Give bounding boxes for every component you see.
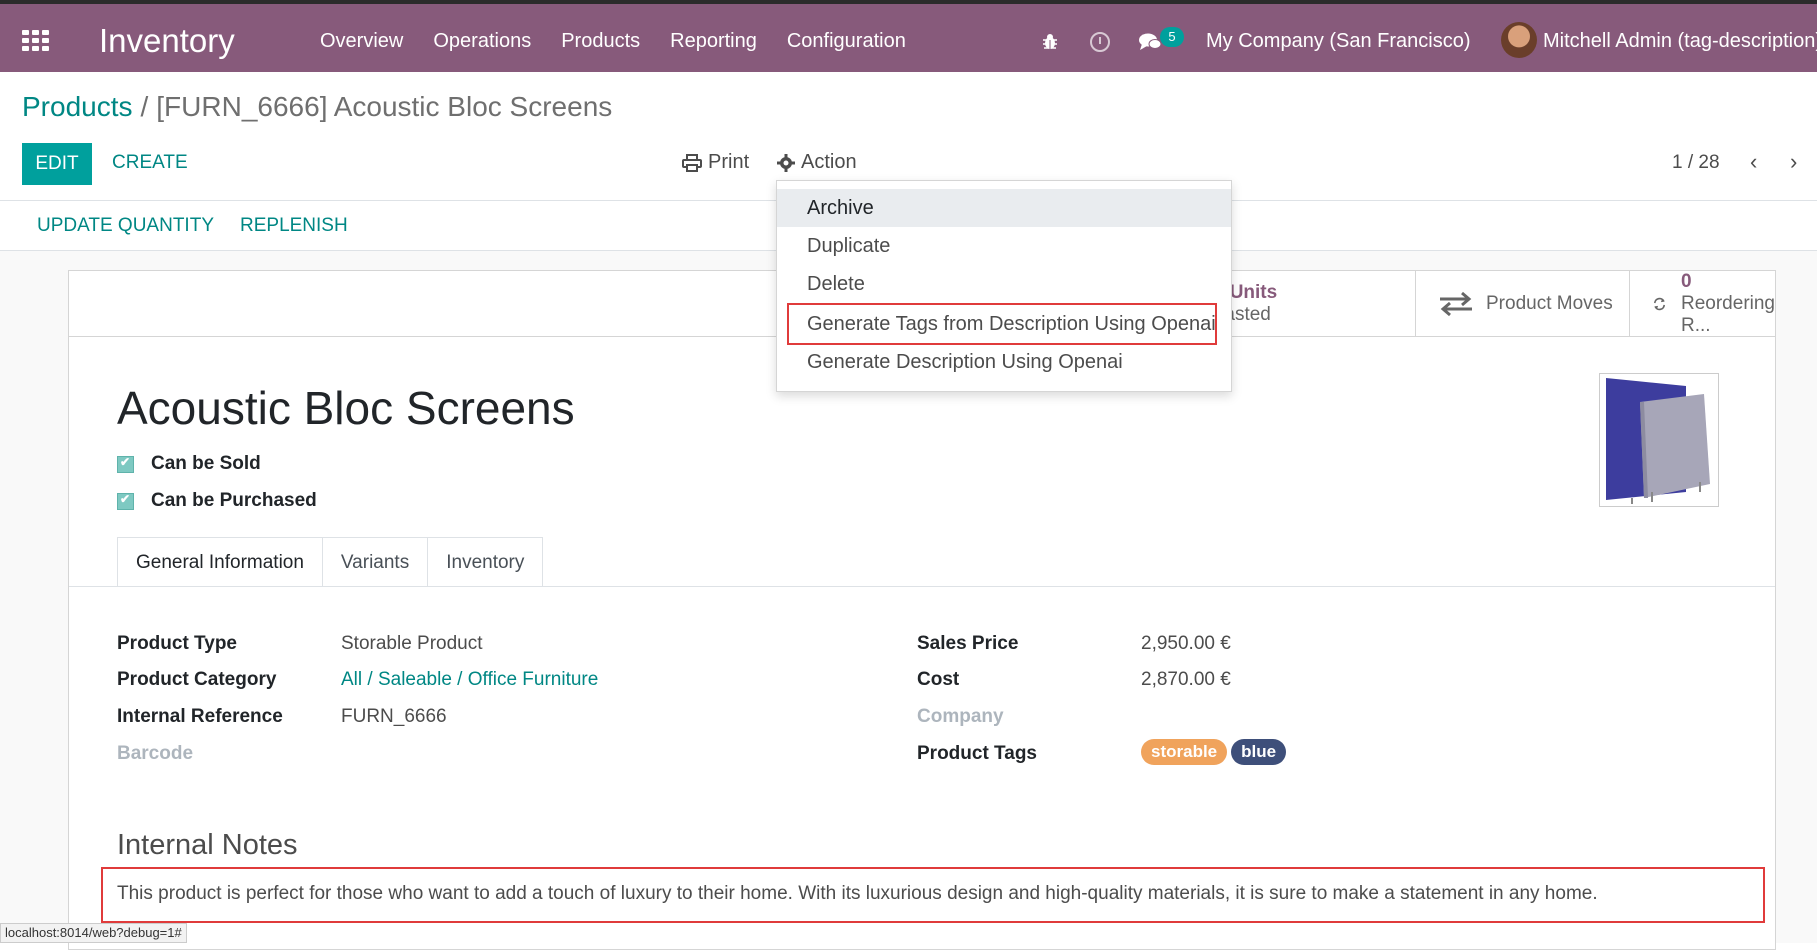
debug-bug-icon[interactable] [1040, 32, 1060, 57]
product-type-value: Storable Product [341, 633, 483, 654]
menu-products[interactable]: Products [561, 30, 640, 53]
breadcrumb: Products / [FURN_6666] Acoustic Bloc Scree… [22, 91, 612, 123]
menu-overview[interactable]: Overview [320, 30, 403, 53]
sales-price-value: 2,950.00 € [1141, 633, 1231, 654]
can-be-sold-label: Can be Sold [151, 453, 261, 474]
chevron-left-icon[interactable]: ‹ [1750, 149, 1757, 175]
print-icon [682, 153, 702, 172]
top-navbar: Inventory Overview Operations Products R… [0, 0, 1817, 72]
can-be-purchased-row: Can be Purchased [117, 490, 317, 512]
action-button[interactable]: Action [777, 151, 857, 174]
tag-blue[interactable]: blue [1231, 739, 1287, 765]
apps-grid-icon[interactable] [22, 30, 49, 51]
tab-variants[interactable]: Variants [321, 537, 429, 587]
user-menu[interactable]: Mitchell Admin (tag-description) [1543, 30, 1817, 53]
create-button[interactable]: CREATE [112, 152, 188, 174]
replenish-button[interactable]: REPLENISH [240, 215, 348, 237]
gear-icon [777, 153, 795, 172]
main-menu: Overview Operations Products Reporting C… [320, 30, 936, 53]
product-tags-list: storable blue [1141, 739, 1290, 765]
exchange-arrows-icon [1440, 291, 1472, 317]
product-category-label: Product Category [117, 669, 277, 690]
tab-underline [69, 586, 1775, 587]
refresh-icon [1653, 297, 1666, 311]
tab-general-information[interactable]: General Information [117, 537, 323, 587]
internal-reference-label: Internal Reference [117, 706, 283, 727]
print-label: Print [708, 151, 750, 173]
activity-clock-icon[interactable] [1090, 32, 1110, 52]
can-be-purchased-label: Can be Purchased [151, 490, 317, 511]
menu-item-duplicate[interactable]: Duplicate [777, 227, 1231, 265]
generate-tags-highlight [787, 303, 1217, 345]
sales-price-label: Sales Price [917, 633, 1019, 654]
internal-reference-value: FURN_6666 [341, 706, 447, 727]
breadcrumb-products-link[interactable]: Products [22, 91, 133, 122]
product-image[interactable] [1599, 373, 1719, 507]
tag-storable[interactable]: storable [1141, 739, 1228, 765]
menu-item-generate-description[interactable]: Generate Description Using Openai [777, 343, 1231, 381]
print-button[interactable]: Print [682, 151, 749, 174]
breadcrumb-current: [FURN_6666] Acoustic Bloc Screens [156, 91, 613, 122]
app-name[interactable]: Inventory [99, 22, 235, 60]
action-dropdown-menu: Archive Duplicate Delete Generate Tags f… [776, 180, 1232, 392]
chat-count-badge: 5 [1160, 27, 1184, 47]
cost-label: Cost [917, 669, 960, 690]
product-type-label: Product Type [117, 633, 237, 654]
internal-notes-title: Internal Notes [117, 829, 298, 861]
product-name: Acoustic Bloc Screens [117, 382, 575, 434]
pager-value[interactable]: 1 / 28 [1672, 152, 1720, 174]
internal-notes-text[interactable]: This product is perfect for those who wa… [117, 883, 1598, 905]
company-label: Company [917, 706, 1004, 727]
barcode-label: Barcode [117, 743, 194, 764]
user-avatar[interactable] [1501, 22, 1537, 58]
company-switcher[interactable]: My Company (San Francisco) [1206, 30, 1471, 53]
browser-status-bar: localhost:8014/web?debug=1# [0, 923, 187, 943]
product-moves-smart-button[interactable]: Product Moves [1415, 271, 1629, 337]
reorder-label: Reordering R... [1681, 293, 1775, 336]
can-be-sold-checkbox[interactable] [117, 455, 134, 473]
menu-configuration[interactable]: Configuration [787, 30, 906, 53]
chevron-right-icon[interactable]: › [1790, 149, 1797, 175]
product-moves-label: Product Moves [1486, 293, 1613, 314]
product-category-link[interactable]: All / Saleable / Office Furniture [341, 669, 598, 691]
edit-button[interactable]: EDIT [22, 143, 92, 185]
reordering-rules-smart-button[interactable]: 0 Reordering R... [1629, 271, 1775, 337]
tab-inventory[interactable]: Inventory [427, 537, 544, 587]
cost-value: 2,870.00 € [1141, 669, 1231, 690]
chat-icon[interactable] [1138, 32, 1162, 57]
reorder-value: 0 [1681, 271, 1692, 292]
product-tags-label: Product Tags [917, 743, 1037, 764]
breadcrumb-separator: / [140, 91, 149, 122]
action-label: Action [801, 151, 857, 173]
can-be-sold-row: Can be Sold [117, 453, 261, 475]
menu-reporting[interactable]: Reporting [670, 30, 757, 53]
update-quantity-button[interactable]: UPDATE QUANTITY [37, 215, 214, 237]
menu-item-archive[interactable]: Archive [777, 189, 1231, 227]
notebook-tabs: General Information Variants Inventory [117, 537, 544, 587]
can-be-purchased-checkbox[interactable] [117, 492, 134, 510]
menu-item-delete[interactable]: Delete [777, 265, 1231, 303]
menu-operations[interactable]: Operations [433, 30, 531, 53]
